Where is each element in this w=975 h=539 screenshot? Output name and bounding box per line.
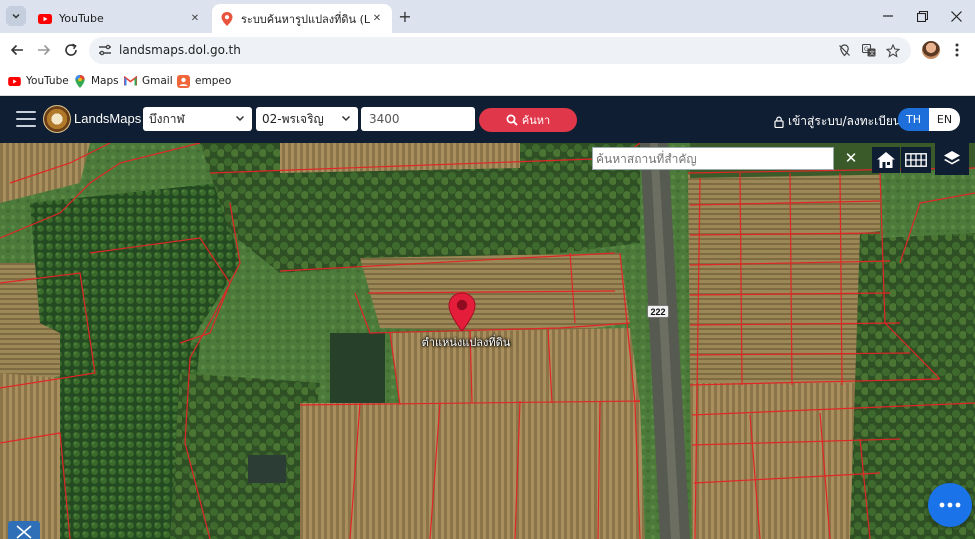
browser-tab-strip: YouTube ✕ ระบบค้นหารูปแปลงที่ดิน (LandsM… (0, 0, 975, 33)
bookmark-youtube[interactable]: YouTube (8, 73, 69, 89)
url-text: landsmaps.dol.go.th (119, 43, 241, 57)
grid-button[interactable] (901, 147, 931, 173)
road-number-badge: 222 (647, 305, 669, 318)
bookmarks-bar: YouTube Maps Gmail empeo (0, 67, 975, 96)
bookmark-label: Maps (91, 75, 119, 87)
svg-text:文: 文 (869, 49, 875, 57)
province-select[interactable]: บึงกาฬ (143, 107, 252, 131)
chevron-down-icon (234, 112, 246, 124)
lang-en-button[interactable]: EN (929, 108, 960, 131)
brand-name: LandsMaps (74, 111, 142, 126)
login-label: เข้าสู่ระบบ/ลงทะเบียน (788, 114, 902, 128)
lang-th-button[interactable]: TH (898, 108, 929, 131)
address-bar[interactable]: landsmaps.dol.go.th G文 (89, 37, 911, 64)
tab-title: YouTube (59, 12, 104, 25)
satellite-map[interactable]: ✕ 222 ตำแหน่งแปลงที่ดิน (0, 143, 975, 539)
parcel-location-label: ตำแหน่งแปลงที่ดิน (421, 336, 511, 349)
bookmark-maps[interactable]: Maps (73, 73, 119, 89)
bookmark-gmail[interactable]: Gmail (124, 73, 173, 89)
browser-menu-icon[interactable] (950, 41, 964, 59)
svg-text:G: G (864, 46, 869, 53)
home-icon (877, 152, 895, 168)
province-select-value: บึงกาฬ (149, 111, 185, 126)
hamburger-menu-icon[interactable] (16, 111, 36, 127)
bookmark-label: empeo (195, 75, 232, 87)
grid-icon (905, 153, 927, 167)
chevron-down-icon (12, 13, 20, 19)
bookmark-label: Gmail (142, 75, 173, 87)
more-dots-icon (939, 502, 961, 508)
new-tab-button[interactable]: + (396, 7, 414, 26)
close-icon[interactable]: ✕ (188, 12, 202, 26)
browser-toolbar: landsmaps.dol.go.th G文 (0, 33, 975, 67)
restore-icon[interactable] (914, 8, 930, 24)
app-header: LandsMaps บึงกาฬ 02-พรเจริญ ค้นหา เข้าสู… (0, 97, 975, 143)
layers-icon (944, 151, 960, 165)
google-maps-icon (73, 74, 86, 88)
layers-button[interactable] (935, 143, 969, 175)
close-icon[interactable]: ✕ (370, 12, 384, 26)
bookmark-star-icon[interactable] (885, 43, 900, 58)
clear-search-icon[interactable]: ✕ (842, 149, 860, 167)
search-icon (506, 114, 518, 126)
location-pin-icon[interactable] (447, 292, 477, 332)
map-pin-icon (220, 11, 234, 26)
tab-search-button[interactable] (6, 6, 26, 26)
district-select-value: 02-พรเจริญ (262, 111, 324, 126)
forward-arrow-icon[interactable] (35, 41, 53, 59)
site-settings-icon[interactable] (98, 43, 112, 57)
parcel-number-input[interactable] (361, 107, 475, 131)
home-button[interactable] (872, 147, 900, 173)
bookmark-empeo[interactable]: empeo (177, 73, 231, 89)
tab-title: ระบบค้นหารูปแปลงที่ดิน (LandsMaps) (241, 12, 370, 26)
youtube-icon (38, 12, 52, 26)
measure-tool-button[interactable] (8, 521, 40, 539)
close-window-icon[interactable] (948, 8, 964, 24)
place-search-input[interactable] (592, 147, 834, 170)
gmail-icon (124, 75, 137, 88)
lock-icon (774, 116, 784, 128)
minimize-icon[interactable] (880, 8, 896, 24)
login-link[interactable]: เข้าสู่ระบบ/ลงทะเบียน (773, 112, 901, 131)
ruler-icon (16, 525, 32, 539)
tab-landsmaps[interactable]: ระบบค้นหารูปแปลงที่ดิน (LandsMaps) ✕ (212, 4, 392, 33)
empeo-icon (177, 74, 190, 88)
more-options-button[interactable] (928, 483, 972, 527)
search-button-label: ค้นหา (521, 114, 551, 127)
back-arrow-icon[interactable] (8, 41, 26, 59)
search-button[interactable]: ค้นหา (479, 108, 577, 132)
youtube-icon (8, 75, 21, 88)
reload-icon[interactable] (62, 41, 80, 59)
translate-icon[interactable]: G文 (861, 43, 876, 58)
dol-logo (43, 105, 71, 133)
profile-avatar[interactable] (922, 41, 940, 59)
chevron-down-icon (340, 112, 352, 124)
district-select[interactable]: 02-พรเจริญ (256, 107, 358, 131)
tab-youtube[interactable]: YouTube ✕ (30, 4, 210, 33)
bookmark-label: YouTube (26, 75, 69, 87)
location-blocked-icon[interactable] (837, 43, 852, 58)
